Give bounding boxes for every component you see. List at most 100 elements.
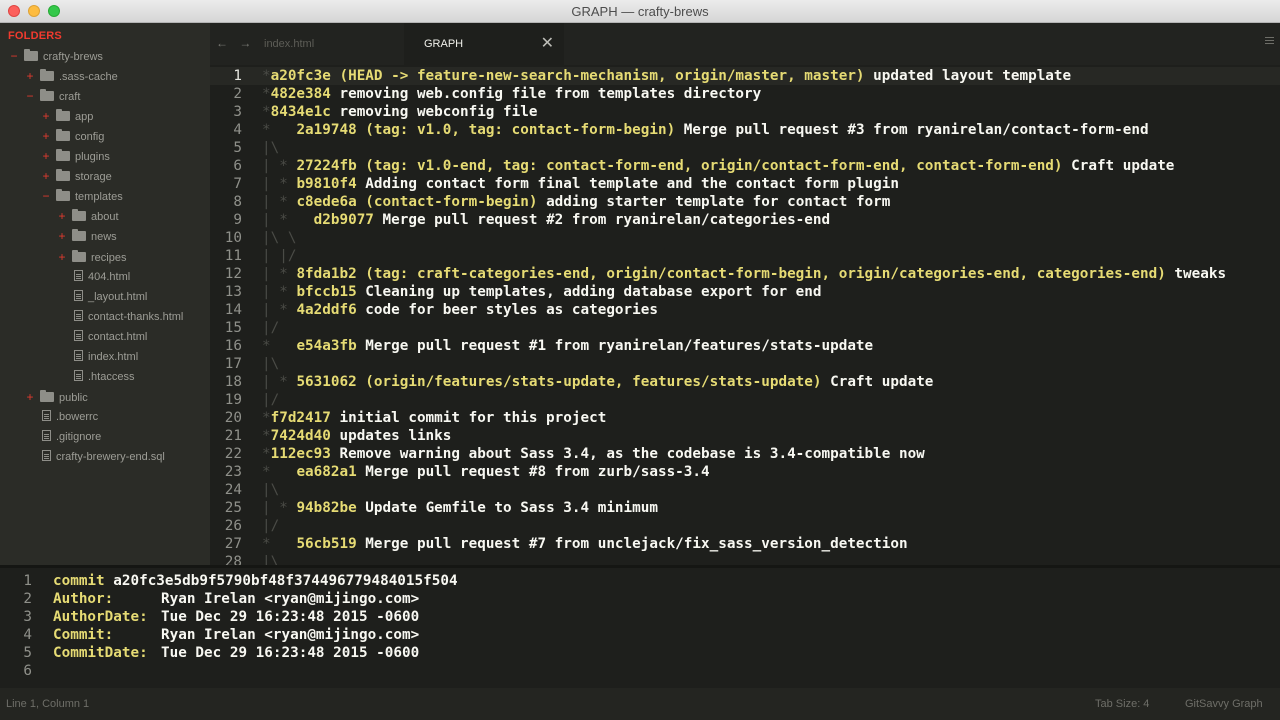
- commit-detail-line[interactable]: 2 Author: Ryan Irelan <ryan@mijingo.com>: [0, 590, 1280, 608]
- collapse-icon[interactable]: −: [8, 47, 20, 65]
- commit-message: initial commit for this project: [330, 410, 607, 426]
- line-number: 20: [224, 410, 242, 426]
- expand-icon[interactable]: +: [40, 147, 52, 165]
- expand-icon[interactable]: +: [24, 67, 36, 85]
- tab-menu-icon[interactable]: [1265, 37, 1274, 38]
- file-item[interactable]: crafty-brewery-end.sql: [24, 448, 165, 466]
- graph-line[interactable]: 26 |/: [210, 517, 1280, 535]
- collapse-icon[interactable]: −: [40, 187, 52, 205]
- graph-line[interactable]: 5 |\: [210, 139, 1280, 157]
- file-icon: [74, 349, 83, 361]
- commit-detail-line[interactable]: 4 Commit: Ryan Irelan <ryan@mijingo.com>: [0, 626, 1280, 644]
- close-icon[interactable]: ✕: [541, 23, 554, 65]
- expand-icon[interactable]: +: [40, 127, 52, 145]
- folder-item[interactable]: + config: [40, 127, 104, 145]
- file-item[interactable]: contact.html: [56, 328, 147, 346]
- graph-line[interactable]: 2 *482e384 removing web.config file from …: [210, 85, 1280, 103]
- graph-line[interactable]: 10 |\ \: [210, 229, 1280, 247]
- graph-editor[interactable]: 1 *a20fc3e (HEAD -> feature-new-search-me…: [210, 65, 1280, 565]
- folder-item[interactable]: + .sass-cache: [24, 67, 118, 85]
- graph-line[interactable]: 13 | * bfccb15 Cleaning up templates, add…: [210, 283, 1280, 301]
- graph-line[interactable]: 15 |/: [210, 319, 1280, 337]
- line-number: 5: [23, 645, 32, 661]
- graph-line[interactable]: 22 *112ec93 Remove warning about Sass 3.4…: [210, 445, 1280, 463]
- commit-message: Merge pull request #1 from ryanirelan/fe…: [356, 338, 874, 354]
- folder-item[interactable]: − crafty-brews: [8, 47, 103, 65]
- graph-content: *482e384 removing web.config file from t…: [262, 85, 761, 103]
- graph-line[interactable]: 16 * e54a3fb Merge pull request #1 from r…: [210, 337, 1280, 355]
- tab-nav-arrows-icon[interactable]: ← →: [216, 36, 255, 50]
- graph-line[interactable]: 7 | * b9810f4 Adding contact form final t…: [210, 175, 1280, 193]
- expand-icon[interactable]: +: [56, 207, 68, 225]
- graph-line[interactable]: 17 |\: [210, 355, 1280, 373]
- tab-graph[interactable]: GRAPH ✕: [404, 23, 564, 65]
- expand-icon[interactable]: +: [40, 107, 52, 125]
- graph-content: | * 5631062 (origin/features/stats-updat…: [262, 373, 933, 391]
- graph-lines: |/: [262, 392, 280, 408]
- folder-item[interactable]: + news: [56, 227, 117, 245]
- graph-line[interactable]: 24 |\: [210, 481, 1280, 499]
- commit-message: Update Gemfile to Sass 3.4 minimum: [356, 500, 658, 516]
- folder-item[interactable]: + plugins: [40, 147, 110, 165]
- folder-icon: [56, 189, 70, 202]
- graph-line[interactable]: 6 | * 27224fb (tag: v1.0-end, tag: contac…: [210, 157, 1280, 175]
- file-item[interactable]: _layout.html: [56, 288, 147, 306]
- file-item[interactable]: .gitignore: [24, 428, 101, 446]
- commit-hash: 482e384: [270, 86, 331, 102]
- folder-item[interactable]: + storage: [40, 167, 112, 185]
- graph-line[interactable]: 21 *7424d40 updates links: [210, 427, 1280, 445]
- commit-message: removing webconfig file: [330, 104, 538, 120]
- graph-line[interactable]: 12 | * 8fda1b2 (tag: craft-categories-end…: [210, 265, 1280, 283]
- tab-size-indicator[interactable]: Tab Size: 4: [1095, 698, 1149, 710]
- graph-content: | * c8ede6a (contact-form-begin) adding …: [262, 193, 890, 211]
- expand-icon[interactable]: +: [56, 227, 68, 245]
- commit-detail-line[interactable]: 5 CommitDate: Tue Dec 29 16:23:48 2015 -06…: [0, 644, 1280, 662]
- graph-content: *112ec93 Remove warning about Sass 3.4, …: [262, 445, 925, 463]
- file-item[interactable]: .htaccess: [56, 368, 134, 386]
- graph-line[interactable]: 18 | * 5631062 (origin/features/stats-upd…: [210, 373, 1280, 391]
- expand-icon[interactable]: +: [24, 388, 36, 406]
- graph-line[interactable]: 19 |/: [210, 391, 1280, 409]
- graph-line[interactable]: 23 * ea682a1 Merge pull request #8 from z…: [210, 463, 1280, 481]
- commit-detail-line[interactable]: 1 commit a20fc3e5db9f5790bf48f37449677948…: [0, 572, 1280, 590]
- tab-index-html[interactable]: index.html: [254, 23, 414, 65]
- graph-line[interactable]: 27 * 56cb519 Merge pull request #7 from u…: [210, 535, 1280, 553]
- commit-detail-line[interactable]: 3 AuthorDate: Tue Dec 29 16:23:48 2015 -06…: [0, 608, 1280, 626]
- graph-content: | * b9810f4 Adding contact form final te…: [262, 175, 899, 193]
- file-item[interactable]: contact-thanks.html: [56, 308, 183, 326]
- commit-hash: 2a19748: [296, 122, 357, 138]
- folder-item[interactable]: + about: [56, 207, 119, 225]
- commit-message: Merge pull request #2 from ryanirelan/ca…: [373, 212, 831, 228]
- graph-line[interactable]: 28 |\: [210, 553, 1280, 565]
- line-number: 3: [23, 609, 32, 625]
- graph-content: |/: [262, 391, 279, 409]
- graph-line[interactable]: 25 | * 94b82be Update Gemfile to Sass 3.4…: [210, 499, 1280, 517]
- expand-icon[interactable]: +: [56, 248, 68, 266]
- graph-line[interactable]: 4 * 2a19748 (tag: v1.0, tag: contact-form…: [210, 121, 1280, 139]
- expand-icon[interactable]: +: [40, 167, 52, 185]
- file-item[interactable]: .bowerrc: [24, 408, 98, 426]
- commit-hash: bfccb15: [296, 284, 357, 300]
- folder-item[interactable]: − templates: [40, 187, 123, 205]
- graph-line[interactable]: 8 | * c8ede6a (contact-form-begin) adding…: [210, 193, 1280, 211]
- folder-item[interactable]: + public: [24, 388, 88, 406]
- commit-refs: (origin/features/stats-update, features/…: [356, 374, 822, 390]
- folder-item[interactable]: + recipes: [56, 248, 126, 266]
- graph-line[interactable]: 9 | * d2b9077 Merge pull request #2 from …: [210, 211, 1280, 229]
- collapse-icon[interactable]: −: [24, 87, 36, 105]
- file-item[interactable]: 404.html: [56, 268, 130, 286]
- syntax-indicator[interactable]: GitSavvy Graph: [1185, 698, 1263, 710]
- folder-item[interactable]: + app: [40, 107, 93, 125]
- commit-details-panel[interactable]: 1 commit a20fc3e5db9f5790bf48f37449677948…: [0, 565, 1280, 683]
- graph-lines: | *: [262, 212, 314, 228]
- graph-line[interactable]: 3 *8434e1c removing webconfig file: [210, 103, 1280, 121]
- folder-item[interactable]: − craft: [24, 87, 80, 105]
- graph-line[interactable]: 20 *f7d2417 initial commit for this proje…: [210, 409, 1280, 427]
- graph-line[interactable]: 14 | * 4a2ddf6 code for beer styles as ca…: [210, 301, 1280, 319]
- graph-line[interactable]: 1 *a20fc3e (HEAD -> feature-new-search-me…: [210, 67, 1280, 85]
- commit-detail-line[interactable]: 6: [0, 662, 1280, 680]
- tree-item-label: contact.html: [88, 330, 148, 343]
- file-item[interactable]: index.html: [56, 348, 138, 366]
- graph-line[interactable]: 11 | |/: [210, 247, 1280, 265]
- folder-icon: [56, 109, 70, 122]
